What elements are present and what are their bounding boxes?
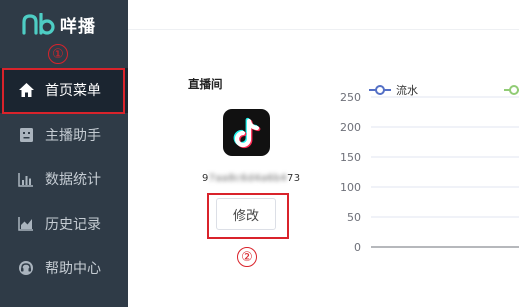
area-chart-icon xyxy=(17,215,35,233)
legend-marker-liushui xyxy=(375,85,385,95)
bar-chart-icon xyxy=(17,170,35,188)
sidebar-item-help[interactable]: 帮助中心 xyxy=(0,246,128,291)
sidebar-item-history[interactable]: 历史记录 xyxy=(0,202,128,247)
sidebar: 咩播 首页菜单 主播助手 数据统计 历史记录 帮助中心 ① xyxy=(0,0,128,307)
robot-face-icon xyxy=(17,126,35,144)
sidebar-item-label: 数据统计 xyxy=(45,172,101,189)
sidebar-item-statistics[interactable]: 数据统计 xyxy=(0,157,128,202)
sidebar-item-home[interactable]: 首页菜单 xyxy=(0,68,128,113)
home-icon xyxy=(17,81,35,99)
nb-logo-icon xyxy=(22,12,56,35)
annotation-step-1: ① xyxy=(48,44,68,64)
sidebar-item-label: 主播助手 xyxy=(45,127,101,144)
legend-marker-series-2 xyxy=(509,85,519,95)
account-id-prefix: 9 xyxy=(202,173,209,184)
y-tick-label: 150 xyxy=(340,151,361,164)
y-tick-label: 50 xyxy=(347,211,361,224)
sidebar-nav: 首页菜单 主播助手 数据统计 历史记录 帮助中心 xyxy=(0,68,128,291)
y-tick-label: 250 xyxy=(340,91,361,104)
account-id-suffix: 73 xyxy=(287,173,301,184)
annotation-step-2: ② xyxy=(237,247,257,267)
account-id: 97aa8c6d4a6b473 xyxy=(202,173,300,184)
y-tick-label: 100 xyxy=(340,181,361,194)
sidebar-item-label: 帮助中心 xyxy=(45,261,101,278)
sidebar-item-assistant[interactable]: 主播助手 xyxy=(0,113,128,158)
legend-label-liushui: 流水 xyxy=(396,83,418,97)
main-content: 直播间 97aa8c6d4a6b473 修改 ② 250 200 150 100 50 0… xyxy=(128,0,519,307)
tiktok-icon xyxy=(223,109,270,156)
sidebar-item-label: 首页菜单 xyxy=(45,83,101,100)
y-tick-label: 200 xyxy=(340,121,361,134)
headset-icon xyxy=(17,259,35,277)
edit-button[interactable]: 修改 xyxy=(216,198,276,230)
sidebar-item-label: 历史记录 xyxy=(45,216,101,233)
brand[interactable]: 咩播 xyxy=(22,10,96,38)
y-tick-label: 0 xyxy=(354,241,361,254)
revenue-line-chart: 25020015010050009-0流水 xyxy=(340,83,519,254)
top-bar xyxy=(128,0,519,30)
brand-name: 咩播 xyxy=(60,16,96,37)
live-room-title: 直播间 xyxy=(188,77,223,91)
account-id-masked: 7aa8c6d4a6b4 xyxy=(208,173,288,184)
